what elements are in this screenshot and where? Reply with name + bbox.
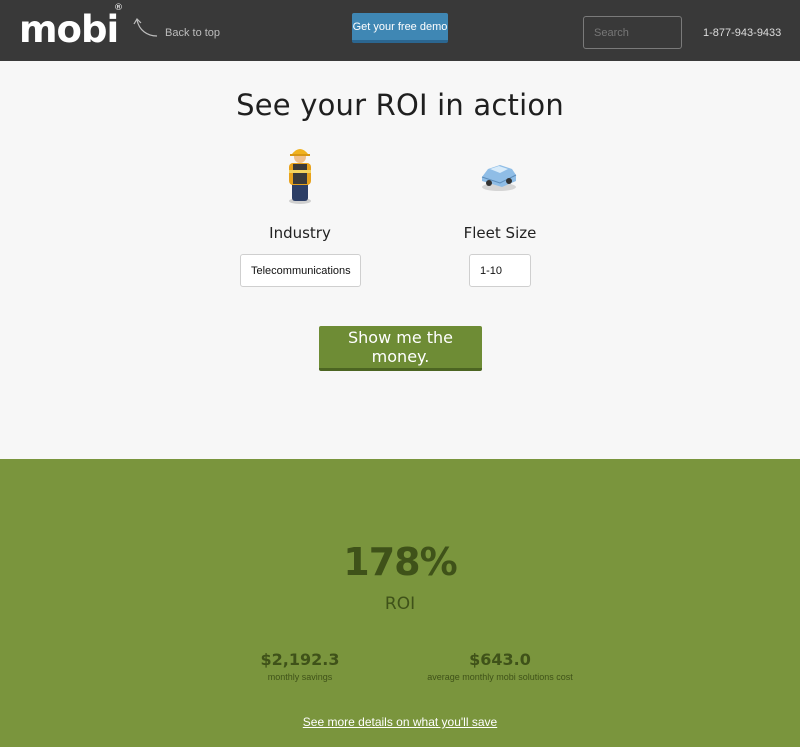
worker-icon [289, 149, 311, 204]
monthly-cost-value: $643.0 [469, 650, 531, 669]
monthly-savings-value: $2,192.3 [260, 650, 340, 669]
free-demo-button[interactable]: Get your free demo [352, 13, 448, 43]
industry-selected-value: Telecommunications [251, 264, 351, 277]
fleet-size-select[interactable]: 1-10 [469, 254, 531, 287]
back-to-top-link[interactable]: Back to top [165, 27, 220, 39]
monthly-cost-label: average monthly mobi solutions cost [427, 672, 573, 682]
page-title: See your ROI in action [236, 88, 564, 122]
phone-number[interactable]: 1-877-943-9433 [703, 27, 781, 39]
industry-select[interactable]: Telecommunications [240, 254, 361, 287]
car-icon [481, 165, 517, 191]
see-more-details-link[interactable]: See more details on what you'll save [0, 715, 800, 729]
mobi-logo[interactable]: mobi [19, 8, 119, 51]
show-me-the-money-button[interactable]: Show me the money. [319, 326, 482, 371]
top-navbar: mobi ® Back to top Get your free demo 1-… [0, 0, 800, 61]
roi-value: 178% [343, 540, 457, 584]
back-arrow-icon[interactable] [133, 16, 159, 38]
search-input[interactable] [583, 16, 682, 49]
monthly-savings-label: monthly savings [267, 672, 333, 682]
registered-mark: ® [114, 3, 123, 13]
fleet-size-label: Fleet Size [463, 224, 537, 242]
fleet-size-selected-value: 1-10 [480, 264, 503, 277]
industry-label: Industry [269, 224, 331, 242]
roi-label: ROI [384, 594, 416, 614]
